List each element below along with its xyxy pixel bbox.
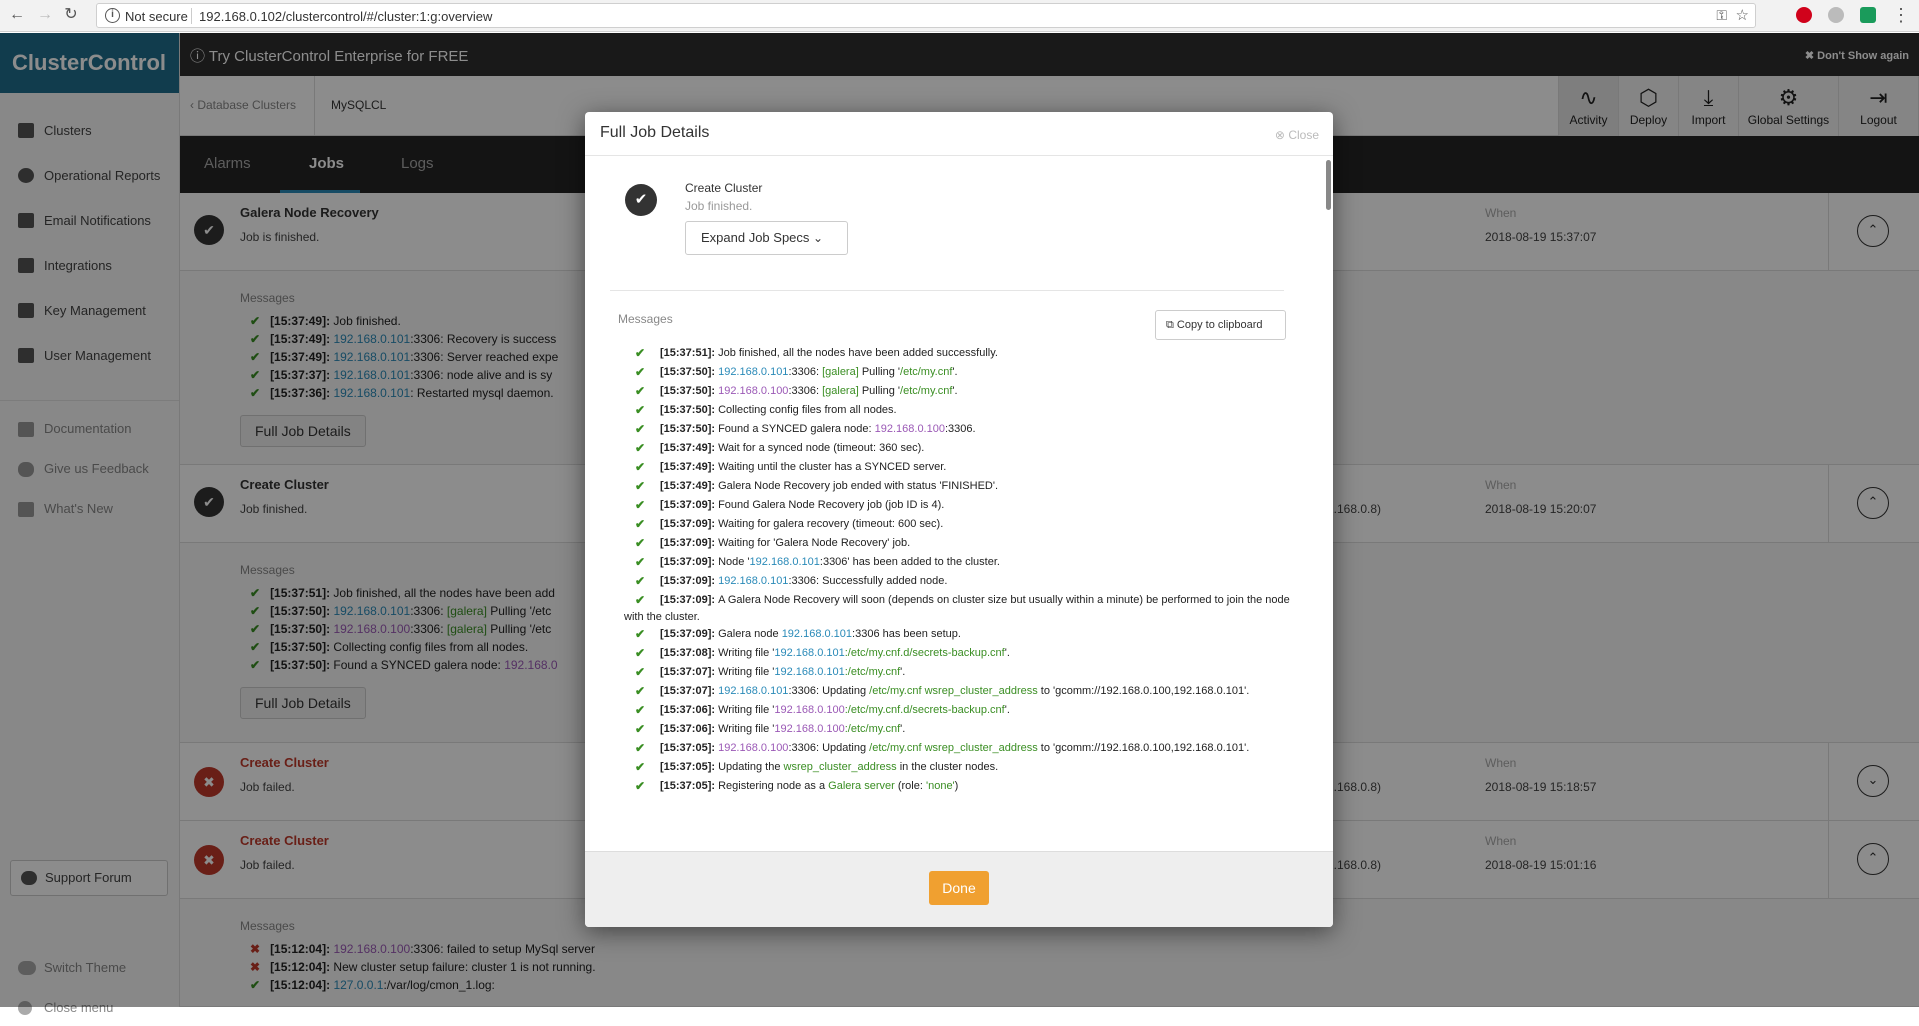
message-line: ✔ [15:37:07]: 192.168.0.101:3306: Updatin… [635, 684, 1250, 698]
check-icon: ✔ [635, 779, 646, 793]
modal-scrollbar[interactable] [1326, 160, 1331, 210]
messages-label: Messages [618, 312, 673, 326]
forward-arrow-icon[interactable]: → [36, 6, 54, 24]
url-text[interactable]: 192.168.0.102/clustercontrol/#/cluster:1… [199, 9, 492, 24]
check-icon: ✔ [635, 646, 646, 660]
bookmark-star-icon[interactable]: ☆ [1736, 6, 1749, 24]
copy-label: Copy to clipboard [1176, 319, 1263, 331]
chevron-down-icon: ⌄ [813, 231, 824, 245]
message-line: ✔ [15:37:49]: Wait for a synced node (tim… [635, 441, 925, 455]
message-line: ✔ [15:37:09]: Galera node 192.168.0.101:3… [635, 627, 961, 641]
check-icon: ✔ [635, 460, 646, 474]
check-icon: ✔ [635, 760, 646, 774]
message-line: ✔ [15:37:06]: Writing file '192.168.0.100… [635, 703, 1010, 717]
check-icon: ✔ [635, 403, 646, 417]
check-icon: ✔ [635, 593, 646, 607]
modal-footer: Done [585, 851, 1333, 927]
check-icon: ✔ [635, 684, 646, 698]
check-icon: ✔ [635, 346, 646, 360]
modal-divider [610, 290, 1284, 291]
message-line: ✔ [15:37:09]: 192.168.0.101:3306: Success… [635, 574, 948, 588]
check-icon: ✔ [635, 574, 646, 588]
done-button[interactable]: Done [929, 871, 989, 905]
message-line: ✔ [15:37:50]: Found a SYNCED galera node:… [635, 422, 976, 436]
expand-job-specs-button[interactable]: Expand Job Specs ⌄ [685, 221, 848, 255]
browser-toolbar: ← → ↻ i Not secure 192.168.0.102/cluster… [0, 0, 1919, 32]
message-line: ✔ [15:37:05]: Updating the wsrep_cluster_… [635, 760, 999, 774]
check-icon: ✔ [635, 536, 646, 550]
address-divider [191, 8, 192, 24]
shield-extension-icon[interactable] [1860, 7, 1876, 23]
extension-icon[interactable] [1828, 7, 1844, 23]
modal-title: Full Job Details [600, 124, 710, 141]
check-icon: ✔ [635, 555, 646, 569]
expand-job-specs-label: Expand Job Specs [701, 230, 810, 245]
copy-to-clipboard-button[interactable]: ⧉ Copy to clipboard [1155, 310, 1286, 340]
message-line: ✔ [15:37:51]: Job finished, all the nodes… [635, 346, 998, 360]
back-arrow-icon[interactable]: ← [8, 6, 26, 24]
full-job-details-modal: Full Job Details ⊗ Close ✔ Create Cluste… [585, 112, 1333, 927]
modal-close-label: Close [1288, 128, 1319, 142]
check-icon: ✔ [635, 479, 646, 493]
message-line: ✔ [15:37:09]: Found Galera Node Recovery … [635, 498, 945, 512]
message-line: ✔ [15:37:09]: Waiting for galera recovery… [635, 517, 944, 531]
check-icon: ✔ [635, 741, 646, 755]
reload-icon[interactable]: ↻ [62, 6, 80, 24]
check-icon: ✔ [635, 517, 646, 531]
message-line: ✔ [15:37:08]: Writing file '192.168.0.101… [635, 646, 1010, 660]
modal-job-title: Create Cluster [685, 181, 763, 195]
not-secure-label: Not secure [125, 9, 188, 24]
message-line: ✔ [15:37:05]: Registering node as a Galer… [635, 779, 959, 793]
opera-extension-icon[interactable] [1796, 7, 1812, 23]
modal-job-status: Job finished. [685, 199, 753, 213]
message-line: ✔ [15:37:49]: Waiting until the cluster h… [635, 460, 947, 474]
check-icon: ✔ [635, 384, 646, 398]
message-line: ✔ [15:37:06]: Writing file '192.168.0.100… [635, 722, 906, 736]
browser-menu-icon[interactable]: ⋮ [1892, 6, 1910, 24]
check-icon: ✔ [635, 627, 646, 641]
message-line: ✔ [15:37:05]: 192.168.0.100:3306: Updatin… [635, 741, 1250, 755]
message-line: ✔ [15:37:49]: Galera Node Recovery job en… [635, 479, 999, 493]
message-line: ✔ [15:37:09]: Node '192.168.0.101:3306' h… [635, 555, 1000, 569]
modal-message-list: ✔ [15:37:51]: Job finished, all the nodes… [624, 345, 1294, 797]
close-circle-icon: ⊗ [1274, 128, 1289, 142]
message-line: ✔ [15:37:50]: 192.168.0.101:3306: [galera… [635, 365, 958, 379]
check-icon: ✔ [635, 422, 646, 436]
check-icon: ✔ [635, 703, 646, 717]
check-icon: ✔ [635, 722, 646, 736]
message-line: ✔ [15:37:09]: Waiting for 'Galera Node Re… [635, 536, 911, 550]
info-icon[interactable]: i [105, 8, 120, 23]
message-line: ✔ [15:37:07]: Writing file '192.168.0.101… [635, 665, 906, 679]
check-icon: ✔ [635, 498, 646, 512]
check-icon: ✔ [635, 441, 646, 455]
clipboard-icon: ⧉ [1166, 319, 1177, 331]
success-check-icon: ✔ [625, 184, 657, 216]
check-icon: ✔ [635, 665, 646, 679]
address-bar[interactable]: i Not secure 192.168.0.102/clustercontro… [96, 3, 1756, 28]
message-line: ✔ [15:37:09]: A Galera Node Recovery will… [624, 593, 1290, 623]
modal-close-button[interactable]: ⊗ Close [1275, 128, 1319, 142]
message-line: ✔ [15:37:50]: 192.168.0.100:3306: [galera… [635, 384, 958, 398]
modal-body: ✔ Create Cluster Job finished. Expand Jo… [585, 156, 1333, 851]
modal-header: Full Job Details ⊗ Close [585, 112, 1333, 156]
key-icon[interactable]: ⚿ [1716, 7, 1727, 24]
check-icon: ✔ [635, 365, 646, 379]
message-line: ✔ [15:37:50]: Collecting config files fro… [635, 403, 897, 417]
